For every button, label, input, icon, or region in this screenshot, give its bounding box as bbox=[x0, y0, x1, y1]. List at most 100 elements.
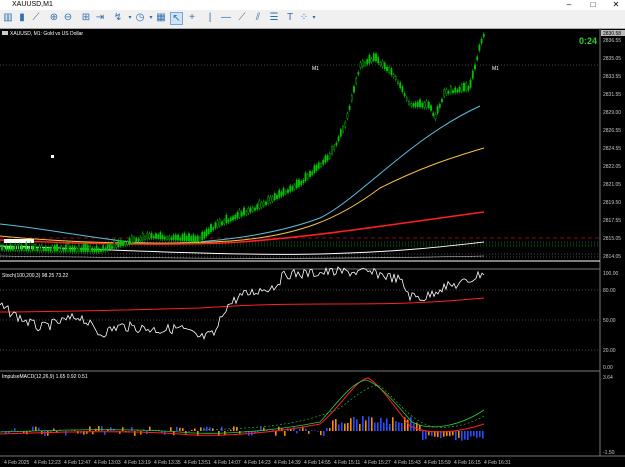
macd-bar bbox=[398, 422, 400, 431]
candle-body bbox=[14, 244, 17, 251]
candle-body bbox=[227, 219, 230, 223]
macd-bar bbox=[353, 416, 355, 431]
stoch-label: Stoch(100,200,3) 98.25 73.22 bbox=[2, 273, 68, 279]
price-tick-label: 2826.55 bbox=[603, 128, 621, 134]
candle-body bbox=[188, 233, 190, 242]
candle-body bbox=[190, 236, 193, 242]
ma-mid-line bbox=[0, 147, 485, 244]
time-tick-label: 4 Feb 15:59 bbox=[424, 460, 451, 466]
stoch-signal-line bbox=[0, 297, 485, 313]
candle-body bbox=[240, 211, 243, 217]
macd-bar bbox=[335, 419, 337, 431]
candle-body bbox=[408, 101, 410, 105]
macd-bar bbox=[320, 431, 322, 436]
macd-bar bbox=[341, 422, 343, 431]
candle-body bbox=[337, 136, 340, 142]
macd-level-label: 3.64 bbox=[603, 375, 613, 381]
candle-body bbox=[372, 53, 375, 61]
candle-body bbox=[49, 247, 52, 252]
horizontal-line-icon[interactable]: — bbox=[220, 12, 232, 24]
candle-body bbox=[480, 38, 483, 44]
candle-body bbox=[416, 101, 419, 107]
candle-body bbox=[293, 184, 296, 190]
candle-body bbox=[320, 163, 322, 167]
candle-body bbox=[80, 247, 83, 252]
candle-body bbox=[9, 244, 12, 251]
zoom-in-icon[interactable]: ⊕ bbox=[48, 12, 60, 24]
minimize-button[interactable]: – bbox=[560, 0, 578, 10]
macd-bar bbox=[311, 430, 313, 431]
macd-bar bbox=[209, 427, 211, 431]
macd-bar bbox=[275, 431, 277, 436]
macd-bar bbox=[374, 422, 376, 431]
candle-body bbox=[177, 234, 179, 241]
candle-body bbox=[205, 229, 208, 237]
stoch-level-label: 0.00 bbox=[603, 365, 613, 371]
candle-body bbox=[69, 246, 72, 252]
candle-body bbox=[302, 179, 305, 184]
marker-label: M1 bbox=[312, 66, 319, 72]
fibonacci-icon[interactable]: ☰ bbox=[268, 12, 280, 24]
line-chart-icon[interactable]: ⟋ bbox=[30, 12, 42, 24]
bars-icon[interactable]: ▥ bbox=[2, 12, 14, 24]
macd-bar bbox=[332, 420, 334, 431]
time-axis: 4 Feb 2025 4 Feb 12:23 4 Feb 12:47 4 Feb 13… bbox=[4, 460, 511, 466]
candle-body bbox=[271, 196, 274, 202]
time-tick-label: 4 Feb 14:39 bbox=[274, 460, 301, 466]
candle-body bbox=[397, 81, 399, 84]
macd-bar bbox=[122, 427, 124, 431]
price-tick-label: 2824.55 bbox=[603, 146, 621, 152]
candle-body bbox=[166, 236, 168, 240]
candle-body bbox=[256, 204, 259, 210]
candle-body bbox=[130, 235, 133, 244]
close-button[interactable]: ✕ bbox=[607, 0, 625, 10]
left-marker bbox=[4, 239, 34, 243]
candle-body bbox=[5, 245, 8, 251]
macd-line-red bbox=[0, 377, 485, 436]
templates-icon[interactable]: ▦ bbox=[155, 12, 167, 24]
macd-bar bbox=[392, 417, 394, 431]
candle-body bbox=[122, 241, 124, 246]
crosshair-icon[interactable]: + bbox=[186, 12, 198, 24]
candle-body bbox=[56, 244, 58, 252]
candle-body bbox=[298, 179, 300, 187]
vertical-line-icon[interactable]: | bbox=[204, 12, 216, 24]
stoch-level-label: 50.00 bbox=[603, 318, 616, 324]
candles-icon[interactable]: ▮ bbox=[16, 12, 28, 24]
candle-body bbox=[403, 93, 406, 97]
candle-body bbox=[25, 242, 28, 251]
price-tick-label: 2829.00 bbox=[603, 110, 621, 116]
zoom-out-icon[interactable]: ⊖ bbox=[62, 12, 74, 24]
candle-body bbox=[159, 232, 162, 240]
text-icon[interactable]: T bbox=[284, 12, 296, 24]
shapes-dropdown-icon[interactable]: ▾ bbox=[308, 12, 320, 24]
symbol-menu-icon[interactable] bbox=[2, 31, 8, 35]
maximize-button[interactable]: □ bbox=[584, 0, 602, 10]
price-tick-label: 2817.55 bbox=[603, 218, 621, 224]
cursor-icon[interactable]: ↖ bbox=[170, 12, 183, 25]
candle-body bbox=[51, 246, 54, 252]
time-tick-label: 4 Feb 16:15 bbox=[454, 460, 481, 466]
grid-icon[interactable]: ⊞ bbox=[80, 12, 92, 24]
channel-icon[interactable]: ⫽ bbox=[252, 12, 264, 24]
indicators-icon[interactable]: ↯ bbox=[112, 12, 124, 24]
candle-body bbox=[368, 55, 371, 64]
macd-bar bbox=[380, 417, 382, 431]
time-tick-label: 4 Feb 12:47 bbox=[64, 460, 91, 466]
candle-body bbox=[199, 237, 201, 243]
candle-body bbox=[247, 208, 250, 214]
stoch-level-label: 80.00 bbox=[603, 288, 616, 294]
chart-area[interactable]: XAUUSD, M1: Gold vs US Dollar 0:24 M1 M1… bbox=[0, 28, 625, 467]
macd-bar bbox=[473, 431, 475, 437]
candle-body bbox=[53, 245, 56, 252]
candle-body bbox=[58, 248, 61, 252]
candle-body bbox=[370, 58, 373, 63]
candle-body bbox=[38, 245, 41, 251]
candle-body bbox=[223, 219, 226, 225]
candle-body bbox=[62, 248, 65, 252]
candle-body bbox=[181, 234, 184, 241]
trendline-icon[interactable]: ⟋ bbox=[236, 12, 248, 24]
autoscroll-icon[interactable]: ⇥ bbox=[94, 12, 106, 24]
candle-body bbox=[192, 234, 195, 242]
candle-body bbox=[7, 247, 10, 251]
